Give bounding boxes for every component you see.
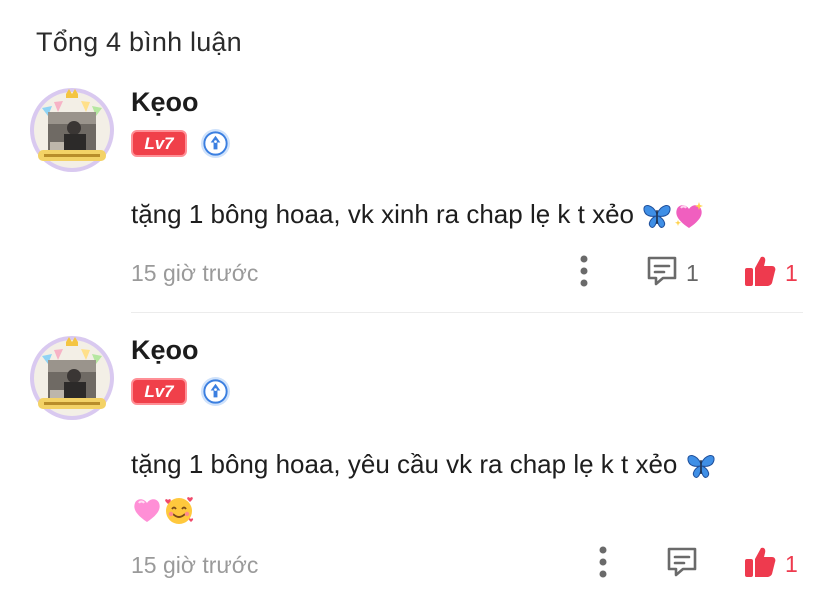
user-avatar[interactable]	[28, 86, 116, 174]
level-badge: Lv7	[131, 130, 187, 157]
like-count: 1	[785, 260, 798, 286]
comment-text: tặng 1 bông hoaa, vk xinh ra chap lẹ k t…	[131, 199, 635, 229]
like-icon[interactable]	[743, 545, 777, 579]
reply-icon[interactable]	[664, 544, 700, 580]
comment-text-line: tặng 1 bông hoaa, yêu cầu vk ra chap lẹ …	[131, 442, 811, 530]
butterfly-emoji	[685, 450, 717, 482]
comments-header: Tổng 4 bình luận	[36, 27, 242, 57]
like-icon[interactable]	[743, 254, 777, 288]
comment-text-line: tặng 1 bông hoaa, vk xinh ra chap lẹ k t…	[131, 192, 811, 236]
like-count: 1	[785, 551, 798, 577]
user-avatar[interactable]	[28, 334, 116, 422]
comment-item: Kẹoo Lv7 tặng 1 bông hoaa, yêu cầu vk ra…	[0, 334, 836, 594]
reply-icon[interactable]	[644, 253, 680, 289]
level-badge: Lv7	[131, 378, 187, 405]
comment-divider	[131, 312, 803, 313]
more-icon[interactable]	[598, 545, 608, 579]
username[interactable]: Kẹoo	[131, 335, 199, 366]
butterfly-emoji	[641, 200, 673, 232]
reply-count: 1	[686, 260, 699, 286]
pen-badge-icon	[200, 128, 231, 159]
comment-text: tặng 1 bông hoaa, yêu cầu vk ra chap lẹ …	[131, 449, 678, 479]
comment-time: 15 giờ trước	[131, 552, 259, 578]
pen-badge-icon	[200, 376, 231, 407]
smiling-face-with-hearts-emoji	[163, 494, 195, 526]
sparkling-heart-emoji	[673, 200, 705, 232]
comment-item: Kẹoo Lv7 tặng 1 bông hoaa, vk xinh ra ch…	[0, 86, 836, 306]
username[interactable]: Kẹoo	[131, 87, 199, 118]
pink-heart-emoji	[131, 494, 163, 526]
comment-time: 15 giờ trước	[131, 260, 259, 286]
more-icon[interactable]	[579, 254, 589, 288]
